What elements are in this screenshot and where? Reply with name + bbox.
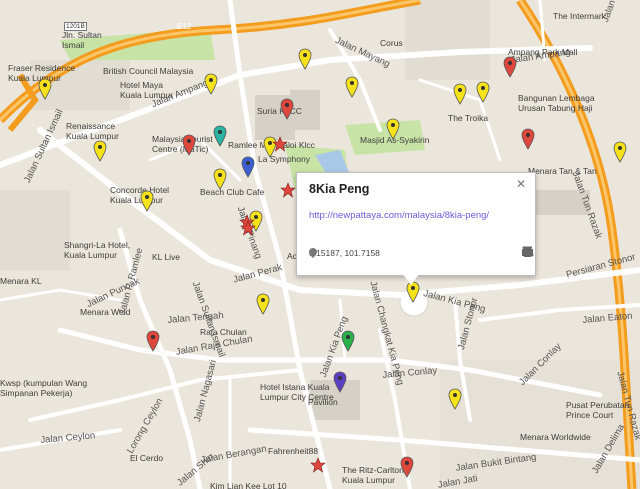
- map-marker-yellow[interactable]: [93, 140, 107, 162]
- landmark-pavilion[interactable]: Pavilion: [308, 397, 338, 407]
- landmark-renaissance[interactable]: Renaissance Kuala Lumpur: [66, 121, 119, 141]
- map-marker-purple[interactable]: [333, 371, 347, 393]
- highway-label: E12: [177, 22, 192, 31]
- landmark-kl-live[interactable]: KL Live: [152, 252, 180, 262]
- landmark-beach-club[interactable]: Beach Club Cafe: [200, 187, 264, 197]
- map-marker-yellow[interactable]: [448, 388, 462, 410]
- map-marker-red[interactable]: [280, 98, 294, 120]
- landmark-the-troika[interactable]: The Troika: [448, 113, 488, 123]
- landmark-menara-tan[interactable]: Menara Tan & Tan: [528, 166, 597, 176]
- info-window: 8Kia Peng ✕ http://newpattaya.com/malays…: [296, 172, 536, 276]
- close-icon[interactable]: ✕: [516, 177, 526, 191]
- map-marker-yellow[interactable]: [213, 168, 227, 190]
- pin-icon: [309, 248, 317, 258]
- trash-icon[interactable]: [521, 245, 534, 258]
- star-marker[interactable]: [280, 182, 296, 198]
- landmark-kim-lian[interactable]: Kim Lian Kee Lot 10: [210, 481, 287, 489]
- landmark-menara-kl[interactable]: Menara KL: [0, 276, 42, 286]
- map-marker-red[interactable]: [521, 128, 535, 150]
- map-marker-green[interactable]: [341, 330, 355, 352]
- place-title: 8Kia Peng: [309, 182, 370, 196]
- map-marker-yellow[interactable]: [386, 118, 400, 140]
- star-marker[interactable]: [240, 220, 256, 236]
- map-marker-red[interactable]: [182, 134, 196, 156]
- info-window-pointer: [402, 273, 420, 285]
- landmark-jln-sultan-ismail-top[interactable]: Jln. Sultan Ismail: [62, 30, 102, 50]
- landmark-fahrenheit[interactable]: Fahrenheit88: [268, 446, 318, 456]
- map-marker-yellow[interactable]: [256, 293, 270, 315]
- map-marker-yellow[interactable]: [345, 76, 359, 98]
- map-marker-yellow[interactable]: [476, 81, 490, 103]
- landmark-menara-worldwide[interactable]: Menara Worldwide: [520, 432, 591, 442]
- map-marker-yellow[interactable]: [298, 48, 312, 70]
- landmark-bangunan[interactable]: Bangunan Lembaga Urusan Tabung Haji: [518, 93, 595, 113]
- map-marker-yellow[interactable]: [38, 78, 52, 100]
- map-marker-yellow[interactable]: [453, 83, 467, 105]
- landmark-british-council[interactable]: British Council Malaysia: [103, 66, 193, 76]
- star-marker[interactable]: [272, 136, 288, 152]
- map-marker-yellow[interactable]: [204, 73, 218, 95]
- map-canvas[interactable]: 1201B E12 Jln. Sultan Ismail The Intermark…: [0, 0, 640, 489]
- coordinates-text: 3.15187, 101.7158: [309, 248, 380, 258]
- landmark-pusat[interactable]: Pusat Perubatan Prince Court: [566, 400, 629, 420]
- landmark-ritz[interactable]: The Ritz-Carlton, Kuala Lumpur: [342, 465, 406, 485]
- landmark-corus[interactable]: Corus: [380, 38, 403, 48]
- map-marker-red[interactable]: [503, 56, 517, 78]
- landmark-kwsp[interactable]: Kwsp (kumpulan Wang Simpanan Pekerja): [0, 378, 87, 398]
- place-link[interactable]: http://newpattaya.com/malaysia/8kia-peng…: [309, 210, 489, 221]
- map-marker-teal[interactable]: [213, 125, 227, 147]
- map-marker-blue[interactable]: [241, 156, 255, 178]
- landmark-the-intermark[interactable]: The Intermark: [553, 11, 606, 21]
- coordinates-readout: 3.15187, 101.7158: [309, 248, 380, 258]
- map-marker-red[interactable]: [400, 456, 414, 478]
- map-marker-yellow[interactable]: [140, 190, 154, 212]
- map-marker-red[interactable]: [146, 330, 160, 352]
- map-marker-yellow[interactable]: [613, 141, 627, 163]
- star-marker[interactable]: [310, 457, 326, 473]
- landmark-shangri-la[interactable]: Shangri-La Hotel, Kuala Lumpur: [64, 240, 130, 260]
